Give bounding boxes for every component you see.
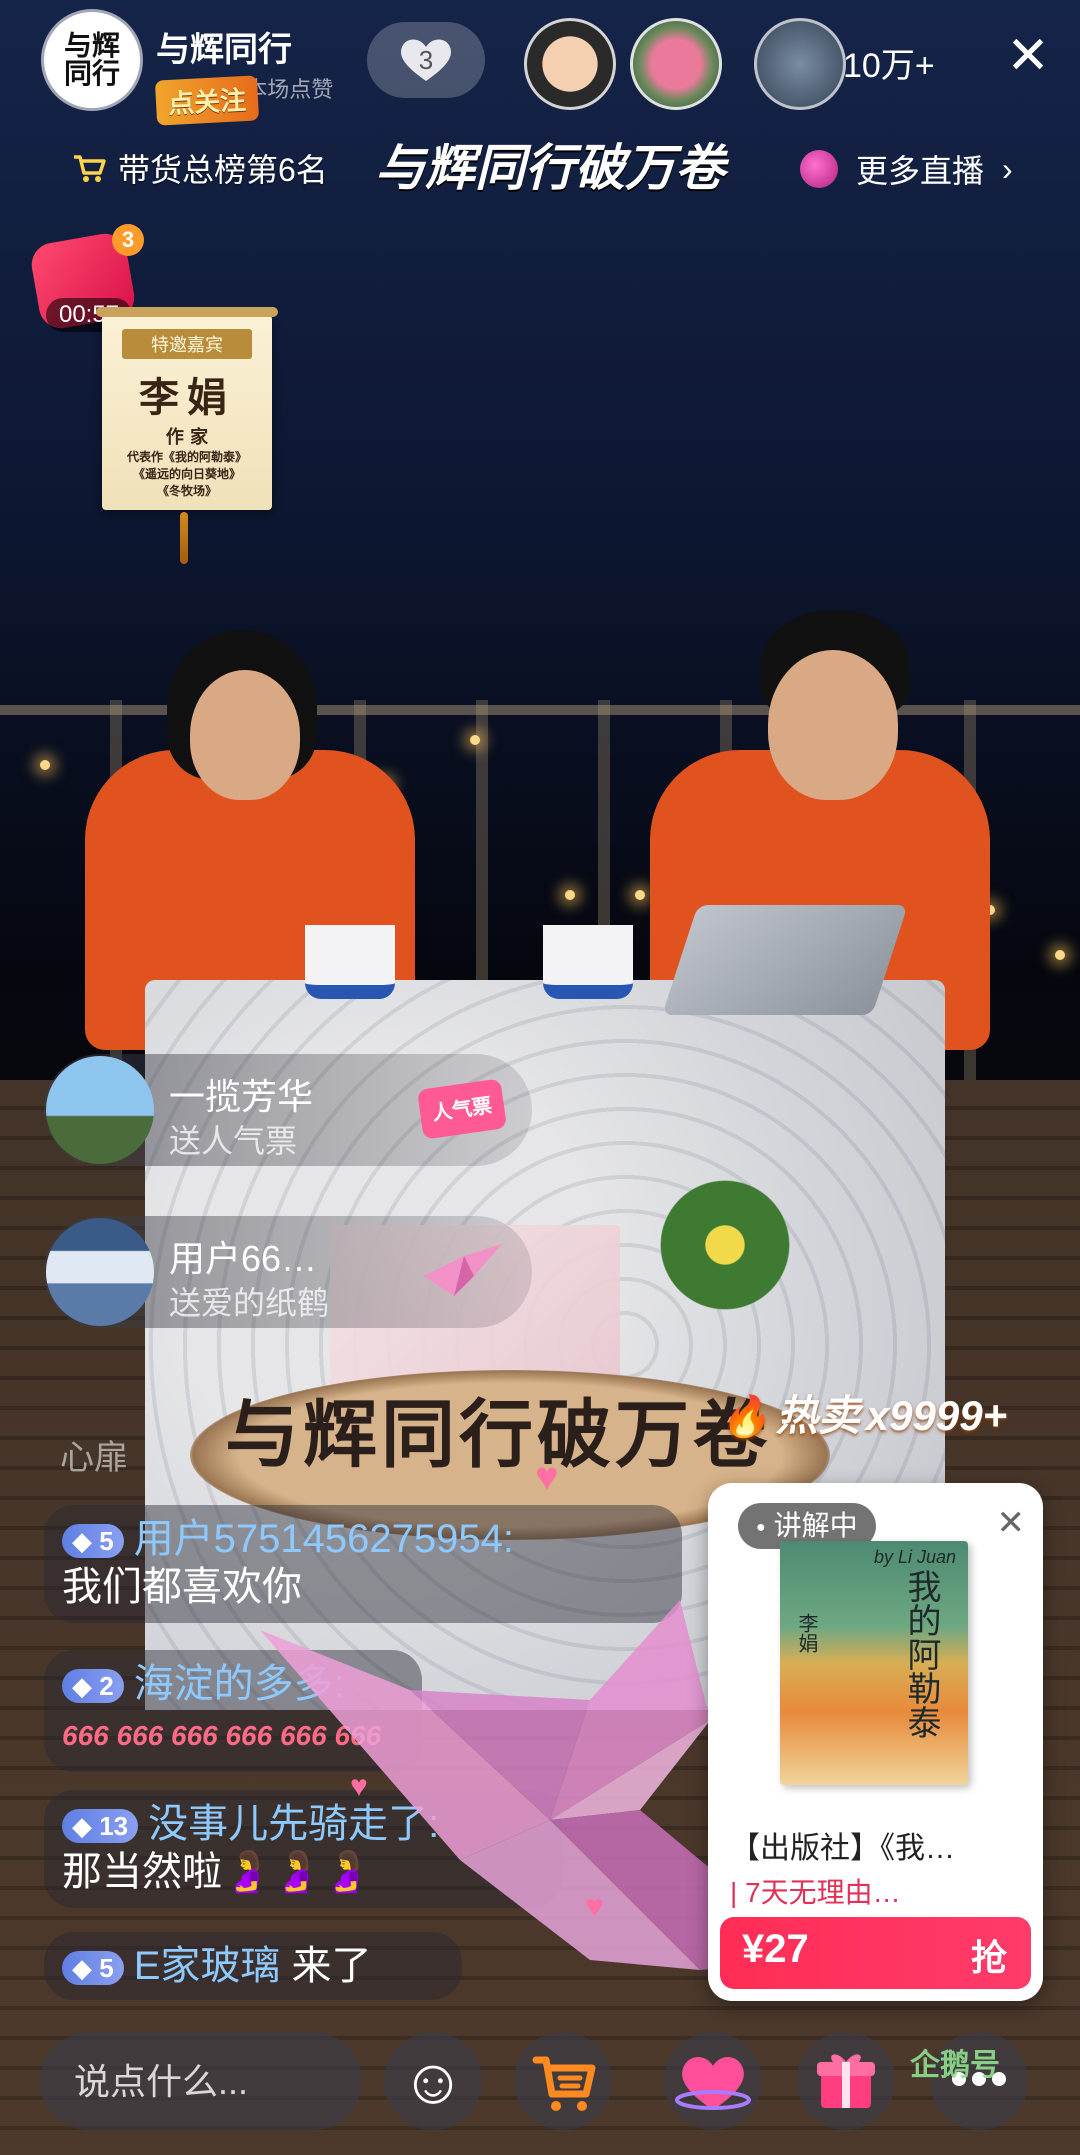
string-light	[40, 760, 50, 770]
viewer-avatar[interactable]	[754, 18, 846, 110]
chat-user[interactable]: E家玻璃	[134, 1944, 281, 1988]
guest-role: 作 家	[165, 427, 209, 448]
cart-icon	[74, 155, 106, 182]
gift-user-name: 一揽芳华	[169, 1076, 314, 1117]
floating-heart-icon: ♥	[350, 1770, 368, 1803]
gift-user-avatar[interactable]	[46, 1056, 154, 1164]
cover-english: by Li Juan	[873, 1547, 956, 1567]
gift-notice[interactable]: 用户66… 送爱的纸鹤	[44, 1216, 532, 1328]
host-name: 与辉同行	[156, 31, 292, 69]
viewer-avatar[interactable]	[630, 18, 722, 110]
string-light	[565, 890, 575, 900]
chat-user[interactable]: 用户5751456275954:	[134, 1517, 514, 1561]
product-card[interactable]: 讲解中 ✕ by Li Juan 我的阿勒泰 李娟 【出版社】《我… | 7天无…	[708, 1483, 1043, 2001]
tray-calligraphy: 与辉同行破万卷	[225, 1392, 771, 1478]
guest-works: 代表作《我的阿勒泰》	[126, 450, 247, 464]
level-badge: ◆ 2	[62, 1669, 124, 1704]
viewer-count[interactable]: 10万+	[843, 38, 935, 87]
red-packet-badge: 3	[112, 224, 144, 256]
cover-title: 我的阿勒泰	[901, 1569, 941, 1739]
rank-text: 带货总榜第6名	[118, 152, 328, 188]
floating-heart-icon: ♥	[535, 1455, 559, 1499]
emoji-button[interactable]: ☺	[384, 2032, 482, 2130]
follow-button[interactable]: 点关注	[154, 75, 260, 126]
more-live-button[interactable]: 更多直播 ›	[800, 146, 1013, 192]
scroll-rod	[96, 307, 278, 317]
hot-sale-badge: 🔥 热卖 x9999+	[720, 1382, 1007, 1443]
string-light	[470, 735, 480, 745]
product-title[interactable]: 【出版社】《我…	[730, 1823, 1030, 1867]
guest-works: 《冬牧场》	[156, 484, 217, 498]
buy-button[interactable]: ¥27 抢	[720, 1917, 1031, 1989]
gift-action: 送爱的纸鹤	[169, 1285, 330, 1321]
viewer-avatar[interactable]	[524, 18, 616, 110]
heart-icon	[675, 2057, 751, 2110]
level-badge: ◆ 13	[62, 1809, 139, 1844]
guest-intro-scroll: 特邀嘉宾 李娟 作 家 代表作《我的阿勒泰》 《遥远的向日葵地》 《冬牧场》	[96, 307, 278, 510]
flower-pot	[645, 1175, 805, 1315]
scroll-tassel	[180, 512, 188, 564]
popularity-ticket-icon: 人气票	[414, 1074, 510, 1144]
level-badge: ◆ 5	[62, 1951, 124, 1986]
gift-user-avatar[interactable]	[46, 1218, 154, 1326]
gift-button[interactable]	[797, 2032, 895, 2130]
gift-user-name: 用户66…	[169, 1238, 318, 1279]
flame-icon: 🔥	[720, 1395, 770, 1439]
gift-notice[interactable]: 一揽芳华 送人气票 人气票	[44, 1054, 532, 1166]
more-live-label: 更多直播	[856, 153, 985, 189]
floating-heart-icon: ♥	[585, 1888, 604, 1924]
product-tag: | 7天无理由…	[730, 1877, 901, 1908]
mug	[543, 925, 633, 999]
comment-input[interactable]	[72, 2032, 346, 2132]
like-button[interactable]	[664, 2032, 762, 2130]
grab-label: 抢	[970, 1937, 1007, 1978]
level-badge: ◆ 5	[62, 1524, 124, 1559]
shopping-cart-icon	[532, 2056, 596, 2111]
tablet-stand	[662, 905, 908, 1015]
fan-club-count: 3	[418, 44, 434, 75]
live-orb-icon	[800, 150, 838, 188]
cover-author: 李娟	[795, 1613, 817, 1653]
hot-sale-count: x9999+	[865, 1392, 1008, 1439]
gift-box-icon	[817, 2054, 875, 2108]
host-info[interactable]: 与辉 同行 与辉同行 2807.3万本场点赞 点关注	[44, 12, 360, 126]
close-button[interactable]: ✕	[1000, 28, 1056, 84]
guest-works: 《遥远的向日葵地》	[132, 467, 241, 481]
sales-rank[interactable]: 带货总榜第6名	[72, 145, 328, 191]
host-avatar-text: 与辉 同行	[63, 29, 120, 90]
gift-action: 送人气票	[169, 1123, 298, 1159]
smiley-icon: ☺	[400, 2045, 466, 2117]
hot-sale-label: 热卖	[775, 1392, 860, 1439]
paper-crane-icon	[414, 1236, 510, 1306]
event-banner: 与辉同行破万卷	[375, 138, 725, 197]
chevron-right-icon: ›	[1002, 150, 1013, 187]
product-price: ¥27	[742, 1927, 809, 1971]
book-cover[interactable]: by Li Juan 我的阿勒泰 李娟	[780, 1541, 968, 1785]
shopping-cart-button[interactable]	[514, 2032, 612, 2130]
guest-name: 李娟	[139, 374, 235, 421]
close-icon[interactable]: ✕	[997, 1503, 1026, 1543]
string-light	[1055, 950, 1065, 960]
comment-box[interactable]	[40, 2032, 362, 2132]
chat-faded-user: 心扉	[60, 1439, 128, 1477]
guest-tag: 特邀嘉宾	[122, 329, 252, 359]
watermark: 企鹅号	[910, 2049, 1000, 2082]
string-light	[635, 890, 645, 900]
host-avatar[interactable]: 与辉 同行	[44, 12, 140, 108]
fan-club-button[interactable]: 3	[367, 22, 485, 98]
mug	[305, 925, 395, 999]
